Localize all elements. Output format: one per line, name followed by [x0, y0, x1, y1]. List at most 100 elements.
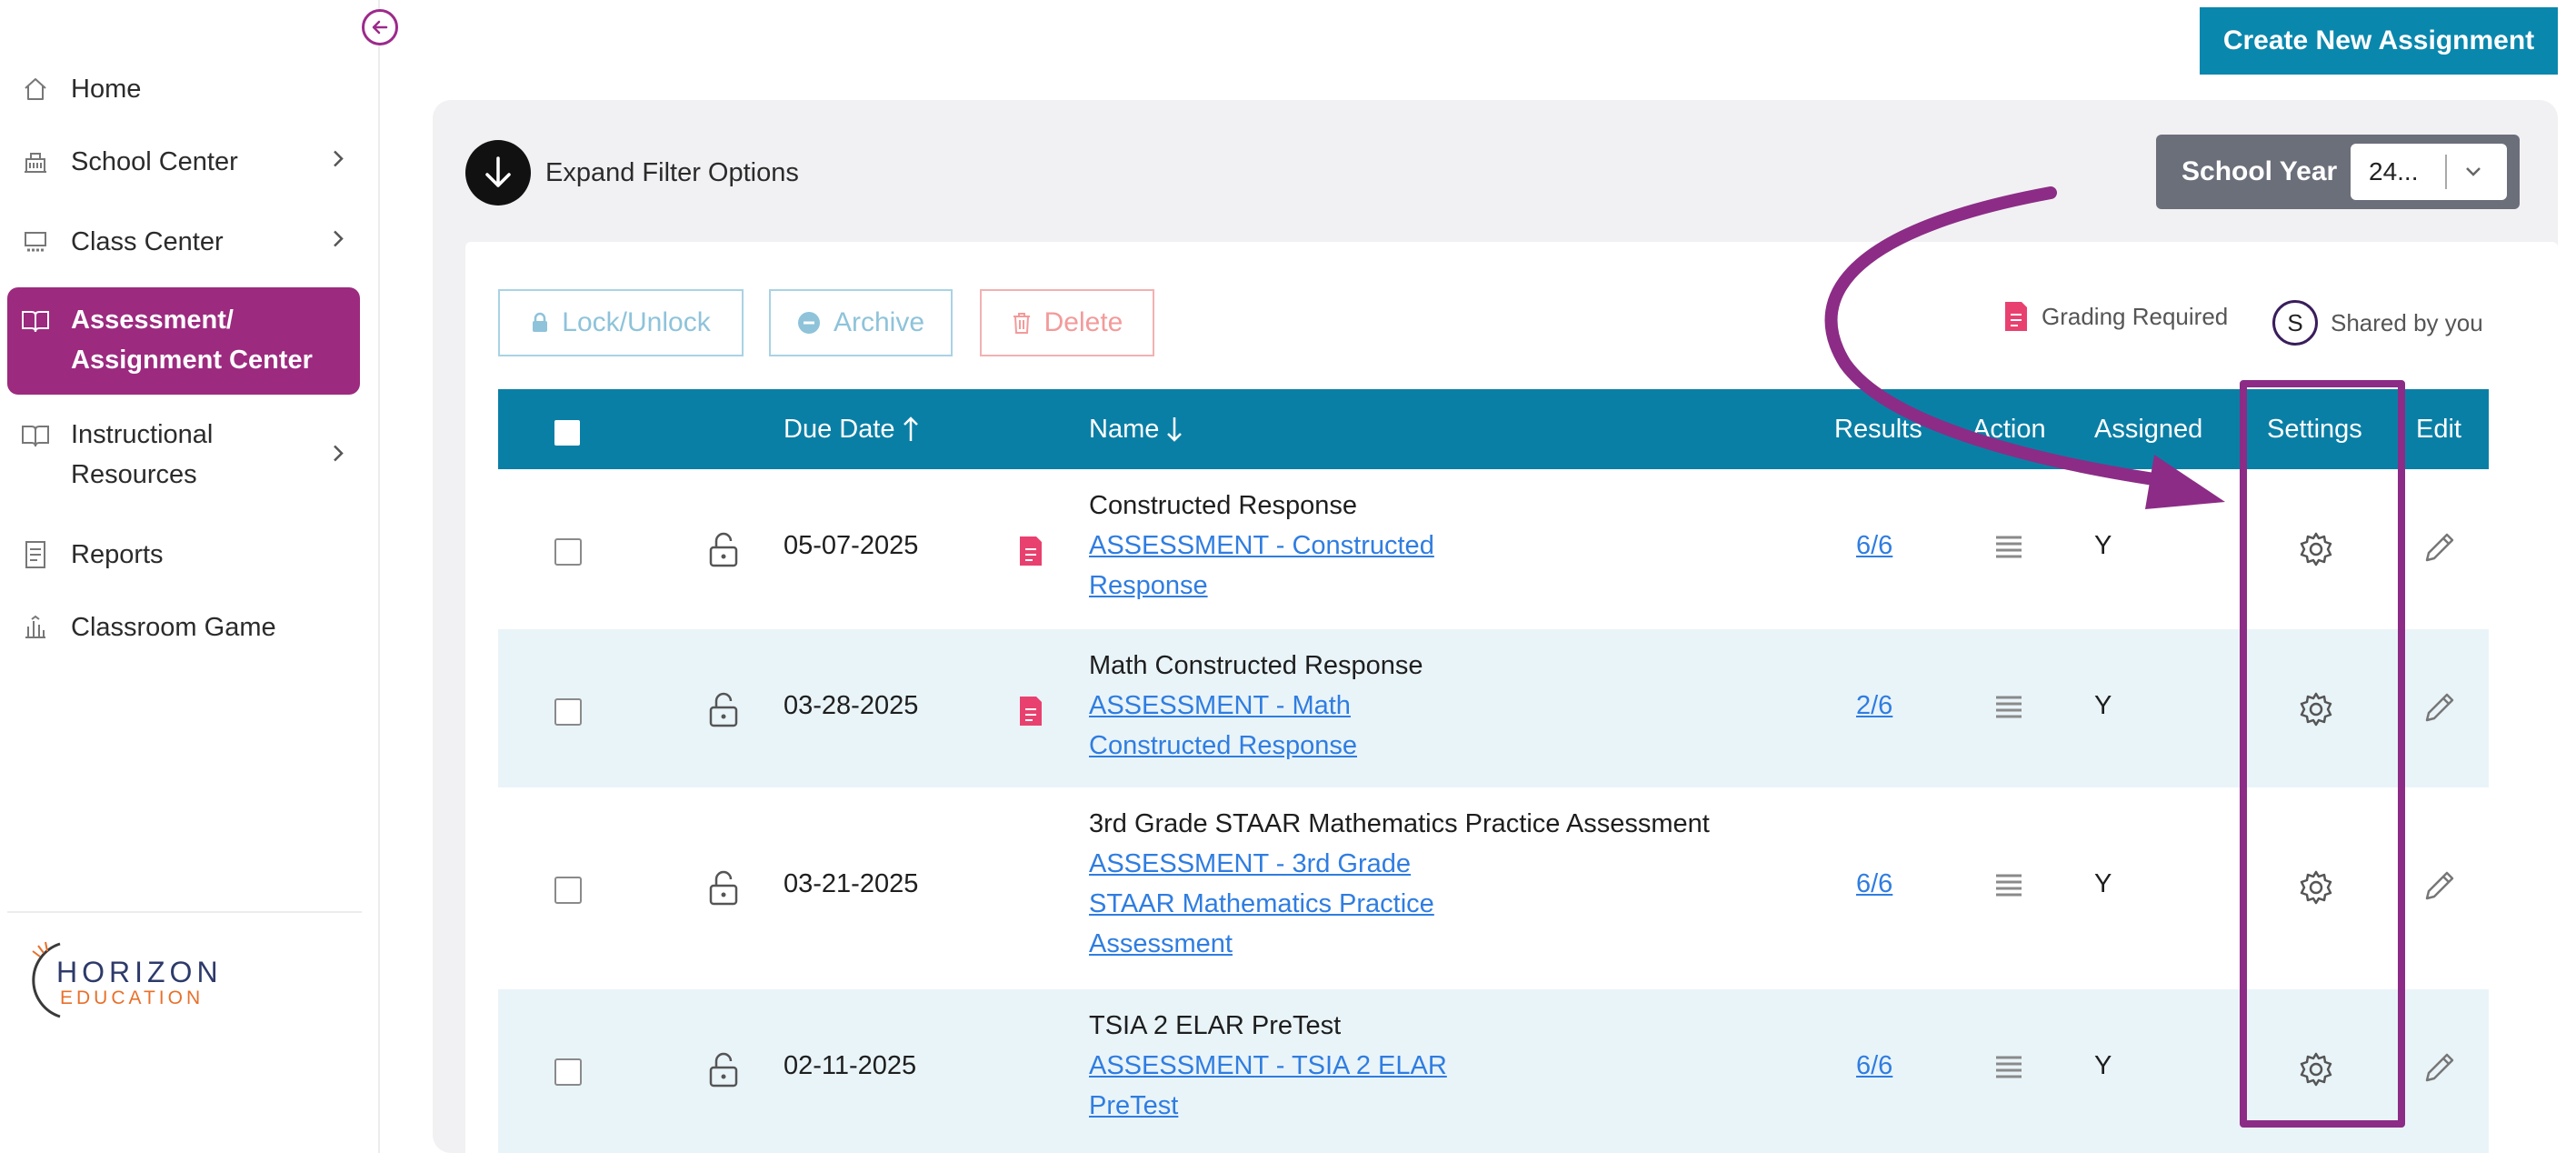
- game-icon: [20, 612, 51, 643]
- legend-shared-label: Shared by you: [2331, 308, 2483, 336]
- sidebar-item-instructional-resources[interactable]: Instructional Resources: [7, 415, 360, 498]
- column-results: Results: [1834, 414, 1922, 444]
- gear-icon[interactable]: [2298, 869, 2334, 913]
- arrow-down-icon: [465, 140, 531, 206]
- column-edit: Edit: [2416, 414, 2461, 444]
- row-checkbox[interactable]: [554, 698, 582, 726]
- arrow-left-icon: [372, 20, 388, 35]
- action-menu-icon[interactable]: [1994, 871, 2023, 907]
- sidebar-item-school-center[interactable]: School Center: [7, 142, 360, 182]
- assessment-link[interactable]: ASSESSMENT - TSIA 2 ELAR PreTest: [1089, 1046, 1447, 1126]
- shared-icon: S: [2272, 300, 2318, 346]
- logo-text: EDUCATION: [60, 988, 204, 1008]
- legend-shared-by-you: S Shared by you: [2272, 300, 2483, 346]
- table-header: Due Date Name Results Action Assigned Se…: [498, 389, 2489, 469]
- assessment-link[interactable]: ASSESSMENT - 3rd Grade STAAR Mathematics…: [1089, 844, 1710, 964]
- school-year-select[interactable]: 24...: [2351, 144, 2507, 200]
- book-icon: [20, 306, 51, 336]
- row-checkbox[interactable]: [554, 538, 582, 566]
- action-menu-icon[interactable]: [1994, 1053, 2023, 1089]
- table-row: 02-11-2025 TSIA 2 ELAR PreTest ASSESSMEN…: [498, 989, 2489, 1153]
- link-line: Response: [1089, 571, 1208, 600]
- lock-unlock-button[interactable]: Lock/Unlock: [498, 289, 744, 356]
- results-link[interactable]: 6/6: [1856, 1051, 1892, 1081]
- assessment-link[interactable]: ASSESSMENT - Constructed Response: [1089, 526, 1434, 606]
- gear-icon[interactable]: [2298, 531, 2334, 575]
- label-line: Assessment/: [71, 306, 234, 335]
- column-label: Due Date: [784, 414, 895, 444]
- assessment-link[interactable]: ASSESSMENT - Math Constructed Response: [1089, 686, 1423, 766]
- divider: [2445, 155, 2447, 189]
- assigned-value: Y: [2094, 531, 2112, 560]
- chevron-right-icon: [331, 227, 345, 257]
- unlock-icon[interactable]: [707, 1051, 740, 1095]
- assignment-title: 3rd Grade STAAR Mathematics Practice Ass…: [1089, 809, 1710, 838]
- row-checkbox[interactable]: [554, 877, 582, 904]
- due-date: 05-07-2025: [784, 531, 919, 560]
- column-name[interactable]: Name: [1089, 389, 1183, 469]
- chevron-down-icon: [2461, 160, 2485, 190]
- logo-text: HORIZON: [56, 956, 223, 988]
- due-date: 03-21-2025: [784, 869, 919, 898]
- gear-icon[interactable]: [2298, 1051, 2334, 1095]
- trash-icon: [1012, 311, 1032, 335]
- lock-unlock-label: Lock/Unlock: [562, 307, 711, 337]
- unlock-icon[interactable]: [707, 869, 740, 913]
- assigned-value: Y: [2094, 691, 2112, 720]
- link-line: PreTest: [1089, 1091, 1179, 1120]
- due-date: 02-11-2025: [784, 1051, 917, 1080]
- assigned-value: Y: [2094, 1051, 2112, 1080]
- unlock-icon[interactable]: [707, 531, 740, 575]
- link-line: STAAR Mathematics Practice: [1089, 889, 1434, 918]
- row-checkbox[interactable]: [554, 1058, 582, 1086]
- column-settings: Settings: [2267, 414, 2362, 444]
- column-due-date[interactable]: Due Date: [784, 389, 919, 469]
- sidebar-item-label: Reports: [71, 540, 164, 569]
- unlock-icon[interactable]: [707, 691, 740, 735]
- sidebar: Home School Center Class Center Assessme…: [0, 0, 398, 1153]
- pencil-icon[interactable]: [2421, 1049, 2458, 1093]
- sidebar-item-home[interactable]: Home: [7, 69, 360, 109]
- link-line: ASSESSMENT - Constructed: [1089, 531, 1434, 560]
- table-row: 05-07-2025 Constructed Response ASSESSME…: [498, 469, 2489, 629]
- school-year-label: School Year: [2182, 156, 2338, 186]
- collapse-sidebar-button[interactable]: [362, 9, 398, 45]
- archive-button[interactable]: Archive: [769, 289, 953, 356]
- school-year-filter: School Year 24...: [2156, 135, 2520, 209]
- pencil-icon[interactable]: [2421, 529, 2458, 573]
- due-date: 03-28-2025: [784, 691, 919, 720]
- sidebar-item-classroom-game[interactable]: Classroom Game: [7, 607, 360, 647]
- table-row: 03-21-2025 3rd Grade STAAR Mathematics P…: [498, 787, 2489, 989]
- archive-label: Archive: [833, 307, 925, 337]
- create-new-assignment-button[interactable]: Create New Assignment: [2200, 7, 2558, 75]
- sidebar-item-assessment-center[interactable]: Assessment/ Assignment Center: [7, 287, 360, 395]
- chevron-right-icon: [331, 442, 345, 472]
- results-link[interactable]: 6/6: [1856, 869, 1892, 899]
- gear-icon[interactable]: [2298, 691, 2334, 735]
- link-line: Constructed Response: [1089, 731, 1357, 760]
- chevron-right-icon: [331, 147, 345, 177]
- action-menu-icon[interactable]: [1994, 693, 2023, 729]
- lock-icon: [531, 312, 549, 334]
- delete-label: Delete: [1043, 307, 1123, 337]
- pencil-icon[interactable]: [2421, 867, 2458, 911]
- action-menu-icon[interactable]: [1994, 533, 2023, 569]
- sidebar-item-reports[interactable]: Reports: [7, 535, 360, 575]
- sort-up-icon: [903, 416, 919, 443]
- label-line: Resources: [71, 460, 197, 489]
- assignment-title: Math Constructed Response: [1089, 651, 1423, 680]
- sort-down-icon: [1166, 416, 1183, 443]
- sidebar-item-label: Home: [71, 75, 142, 104]
- expand-filter-options[interactable]: Expand Filter Options: [465, 140, 799, 206]
- minus-circle-icon: [797, 311, 821, 335]
- results-link[interactable]: 2/6: [1856, 691, 1892, 721]
- delete-button[interactable]: Delete: [980, 289, 1154, 356]
- assignment-name: TSIA 2 ELAR PreTest ASSESSMENT - TSIA 2 …: [1089, 1006, 1447, 1126]
- results-link[interactable]: 6/6: [1856, 531, 1892, 561]
- expand-filter-label: Expand Filter Options: [545, 157, 799, 187]
- select-all-checkbox[interactable]: [554, 420, 580, 446]
- pencil-icon[interactable]: [2421, 689, 2458, 733]
- school-icon: [20, 146, 51, 177]
- grading-required-icon: [1018, 695, 1043, 735]
- sidebar-item-class-center[interactable]: Class Center: [7, 222, 360, 262]
